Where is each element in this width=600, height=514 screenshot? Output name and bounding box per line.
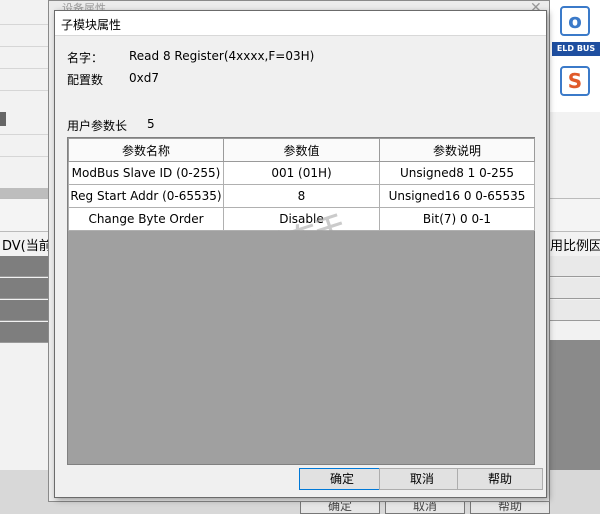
background-column-dv: DV(当前	[2, 239, 52, 254]
table-header-row: 参数名称 参数值 参数说明	[68, 138, 535, 162]
ok-button[interactable]: 确定	[299, 468, 385, 490]
table-row[interactable]: ModBus Slave ID (0-255) 001 (01H) Unsign…	[68, 161, 535, 185]
background-column-ratio: 用比例因	[550, 239, 600, 254]
config-value: 0xd7	[129, 71, 159, 85]
param-desc-cell[interactable]: Unsigned16 0 0-65535	[379, 184, 535, 208]
user-param-length-value: 5	[147, 117, 155, 131]
column-header-param-value[interactable]: 参数值	[223, 138, 380, 162]
dialog-titlebar[interactable]: 子模块属性	[55, 11, 546, 36]
background-table-row	[548, 300, 600, 321]
config-label: 配置数	[67, 73, 104, 87]
dialog-title: 子模块属性	[61, 18, 122, 32]
background-table-row	[548, 256, 600, 277]
background-table-area	[548, 340, 600, 471]
name-label: 名字：	[67, 51, 104, 65]
logo-letter-s: S	[560, 66, 590, 96]
param-desc-cell[interactable]: Unsigned8 1 0-255	[379, 161, 535, 185]
help-button[interactable]: 帮助	[457, 468, 543, 490]
column-header-param-desc[interactable]: 参数说明	[379, 138, 535, 162]
background-row-marker	[0, 112, 6, 126]
cancel-button[interactable]: 取消	[379, 468, 465, 490]
param-name-cell[interactable]: ModBus Slave ID (0-255)	[68, 161, 224, 185]
user-param-length-label: 用户参数长	[67, 119, 128, 133]
param-desc-cell[interactable]: Bit(7) 0 0-1	[379, 207, 535, 231]
param-value-cell[interactable]: 001 (01H)	[223, 161, 380, 185]
param-name-cell[interactable]: Change Byte Order	[68, 207, 224, 231]
param-name-cell[interactable]: Reg Start Addr (0-65535)	[68, 184, 224, 208]
table-row[interactable]: Reg Start Addr (0-65535) 8 Unsigned16 0 …	[68, 184, 535, 208]
logo-letter-o: o	[560, 6, 590, 36]
logo-fieldbus-text: ELD BUS	[552, 42, 600, 56]
name-value: Read 8 Register(4xxxx,F=03H)	[129, 49, 315, 63]
column-header-param-name[interactable]: 参数名称	[68, 138, 224, 162]
background-table-row	[548, 278, 600, 299]
parameter-table: 参数名称 参数值 参数说明 ModBus Slave ID (0-255) 00…	[67, 137, 535, 465]
